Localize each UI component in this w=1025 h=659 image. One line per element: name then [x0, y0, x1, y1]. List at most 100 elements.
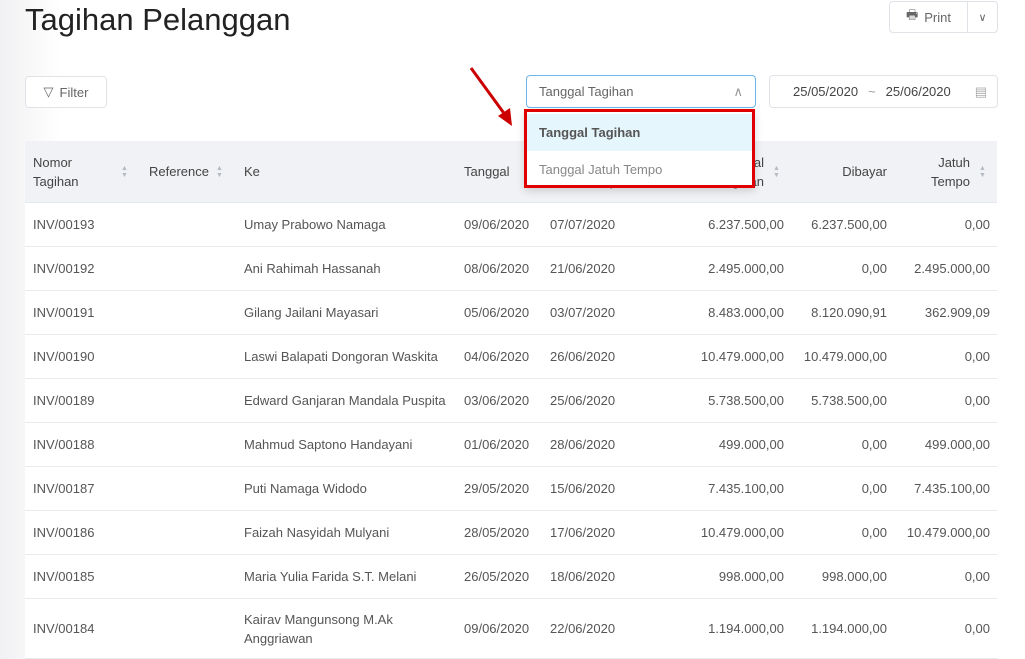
cell-nomor: INV/00190	[33, 349, 95, 364]
filter-button[interactable]: ▽ Filter	[25, 76, 107, 108]
table-header: Nomor Tagihan ▲ ▼ Reference ▲ ▼ Ke Tanggal…	[25, 141, 997, 203]
cell-ke: Laswi Balapati Dongoran Waskita	[244, 349, 438, 364]
cell-ke: Gilang Jailani Mayasari	[244, 305, 379, 320]
sort-icon[interactable]: ▲ ▼	[121, 165, 128, 179]
chevron-up-icon: ∧	[733, 83, 743, 99]
print-options-chevron-down-icon[interactable]: ∨	[968, 11, 997, 24]
table-row[interactable]: INV/00188 Mahmud Saptono Handayani 01/06/2…	[25, 423, 997, 467]
cell-ke: Puti Namaga Widodo	[244, 481, 367, 496]
cell-tanggal: 28/05/2020	[464, 525, 530, 540]
filter-icon: ▽	[43, 84, 54, 99]
date-from[interactable]: 25/05/2020	[793, 84, 858, 99]
cell-jatuh-tempo-date: 17/06/2020	[550, 525, 616, 540]
cell-jatuh-tempo-date: 22/06/2020	[550, 621, 616, 636]
cell-dibayar: 1.194.000,00	[811, 621, 887, 636]
cell-jatuh-tempo: 2.495.000,00	[914, 261, 990, 276]
cell-total: 998.000,00	[718, 569, 784, 584]
cell-dibayar: 5.738.500,00	[811, 393, 887, 408]
header-jatuh-tempo[interactable]: Jatuh Tempo	[920, 141, 970, 202]
date-type-select[interactable]: Tanggal Tagihan ∧	[526, 75, 756, 108]
cell-jatuh-tempo: 0,00	[964, 393, 990, 408]
cell-nomor: INV/00184	[33, 621, 95, 636]
cell-tanggal: 26/05/2020	[464, 569, 530, 584]
filter-label: Filter	[59, 84, 89, 100]
date-type-dropdown-menu: Tanggal Tagihan Tanggal Jatuh Tempo	[524, 109, 755, 188]
invoice-table: Nomor Tagihan ▲ ▼ Reference ▲ ▼ Ke Tanggal…	[25, 141, 997, 659]
option-tanggal-jatuh-tempo[interactable]: Tanggal Jatuh Tempo	[527, 151, 752, 188]
cell-jatuh-tempo: 0,00	[964, 569, 990, 584]
date-separator: ~	[868, 84, 876, 99]
cell-total: 1.194.000,00	[708, 621, 784, 636]
cell-jatuh-tempo: 499.000,00	[924, 437, 990, 452]
cell-jatuh-tempo-date: 21/06/2020	[550, 261, 616, 276]
cell-jatuh-tempo-date: 18/06/2020	[550, 569, 616, 584]
cell-tanggal: 01/06/2020	[464, 437, 530, 452]
cell-total: 5.738.500,00	[708, 393, 784, 408]
cell-tanggal: 08/06/2020	[464, 261, 530, 276]
cell-dibayar: 0,00	[861, 261, 887, 276]
cell-jatuh-tempo: 10.479.000,00	[906, 525, 990, 540]
table-row[interactable]: INV/00190 Laswi Balapati Dongoran Waskita…	[25, 335, 997, 379]
cell-tanggal: 05/06/2020	[464, 305, 530, 320]
cell-total: 7.435.100,00	[708, 481, 784, 496]
date-type-value: Tanggal Tagihan	[539, 84, 634, 99]
cell-tanggal: 03/06/2020	[464, 393, 530, 408]
cell-nomor: INV/00193	[33, 217, 95, 232]
cell-nomor: INV/00191	[33, 305, 95, 320]
annotation-arrow-icon	[469, 67, 512, 126]
cell-jatuh-tempo: 0,00	[964, 217, 990, 232]
cell-total: 2.495.000,00	[708, 261, 784, 276]
date-range-picker[interactable]: 25/05/2020 ~ 25/06/2020 ▤	[769, 75, 998, 108]
header-ke[interactable]: Ke	[244, 141, 260, 202]
cell-nomor: INV/00186	[33, 525, 95, 540]
sort-icon[interactable]: ▲ ▼	[216, 165, 223, 179]
cell-dibayar: 0,00	[861, 481, 887, 496]
cell-tanggal: 09/06/2020	[464, 217, 530, 232]
cell-nomor: INV/00192	[33, 261, 95, 276]
table-row[interactable]: INV/00184 Kairav Mangunsong M.Ak Anggriaw…	[25, 599, 997, 659]
cell-jatuh-tempo-date: 26/06/2020	[550, 349, 616, 364]
header-nomor[interactable]: Nomor Tagihan	[33, 141, 103, 202]
sort-icon[interactable]: ▲ ▼	[979, 165, 986, 179]
cell-tanggal: 09/06/2020	[464, 621, 530, 636]
cell-total: 6.237.500,00	[708, 217, 784, 232]
page-title: Tagihan Pelanggan	[25, 2, 291, 37]
cell-jatuh-tempo: 0,00	[964, 621, 990, 636]
header-reference[interactable]: Reference	[149, 141, 209, 202]
cell-jatuh-tempo-date: 03/07/2020	[550, 305, 616, 320]
date-to[interactable]: 25/06/2020	[886, 84, 951, 99]
table-row[interactable]: INV/00191 Gilang Jailani Mayasari 05/06/20…	[25, 291, 997, 335]
cell-dibayar: 0,00	[861, 437, 887, 452]
header-dibayar[interactable]: Dibayar	[842, 141, 887, 202]
sort-icon[interactable]: ▲ ▼	[773, 165, 780, 179]
cell-tanggal: 04/06/2020	[464, 349, 530, 364]
table-row[interactable]: INV/00192 Ani Rahimah Hassanah 08/06/2020 2…	[25, 247, 997, 291]
table-row[interactable]: INV/00193 Umay Prabowo Namaga 09/06/2020 07…	[25, 203, 997, 247]
table-row[interactable]: INV/00186 Faizah Nasyidah Mulyani 28/05/20…	[25, 511, 997, 555]
cell-ke: Edward Ganjaran Mandala Puspita	[244, 393, 446, 408]
cell-ke: Mahmud Saptono Handayani	[244, 437, 413, 452]
cell-jatuh-tempo: 362.909,09	[924, 305, 990, 320]
cell-tanggal: 29/05/2020	[464, 481, 530, 496]
option-tanggal-tagihan[interactable]: Tanggal Tagihan	[527, 114, 752, 151]
cell-jatuh-tempo-date: 25/06/2020	[550, 393, 616, 408]
cell-total: 8.483.000,00	[708, 305, 784, 320]
cell-nomor: INV/00187	[33, 481, 95, 496]
cell-nomor: INV/00188	[33, 437, 95, 452]
table-row[interactable]: INV/00185 Maria Yulia Farida S.T. Melani 2…	[25, 555, 997, 599]
cell-jatuh-tempo-date: 07/07/2020	[550, 217, 616, 232]
cell-ke: Ani Rahimah Hassanah	[244, 261, 381, 276]
cell-dibayar: 0,00	[861, 525, 887, 540]
table-row[interactable]: INV/00189 Edward Ganjaran Mandala Puspita…	[25, 379, 997, 423]
header-tanggal[interactable]: Tanggal	[464, 141, 510, 202]
print-button[interactable]: 🖶 Print	[890, 2, 968, 32]
cell-dibayar: 10.479.000,00	[803, 349, 887, 364]
cell-total: 499.000,00	[718, 437, 784, 452]
cell-ke: Maria Yulia Farida S.T. Melani	[244, 569, 417, 584]
cell-dibayar: 998.000,00	[821, 569, 887, 584]
cell-nomor: INV/00185	[33, 569, 95, 584]
cell-ke: Faizah Nasyidah Mulyani	[244, 525, 390, 540]
table-row[interactable]: INV/00187 Puti Namaga Widodo 29/05/2020 15/…	[25, 467, 997, 511]
cell-ke: Umay Prabowo Namaga	[244, 217, 386, 232]
cell-total: 10.479.000,00	[700, 349, 784, 364]
